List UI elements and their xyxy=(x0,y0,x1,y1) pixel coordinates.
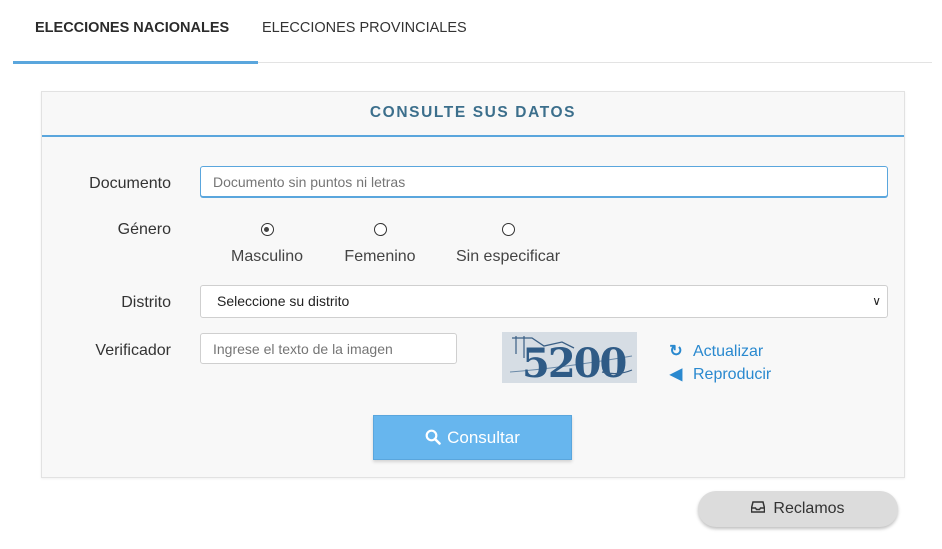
radio-sin-especificar[interactable]: Sin especificar xyxy=(443,223,573,266)
captcha-image: 5200 xyxy=(502,332,637,383)
reclamos-label: Reclamos xyxy=(773,500,845,518)
radio-label-femenino: Femenino xyxy=(344,248,416,265)
distrito-label: Distrito xyxy=(121,294,171,311)
captcha-text: 5200 xyxy=(522,340,625,383)
tab-bar: ELECCIONES NACIONALES ELECCIONES PROVINC… xyxy=(13,0,932,64)
tab-elecciones-nacionales[interactable]: ELECCIONES NACIONALES xyxy=(35,0,229,62)
refresh-icon: ↻ xyxy=(669,343,683,360)
genero-label: Género xyxy=(117,221,171,238)
audio-label: Reproducir xyxy=(693,366,772,383)
consultar-button[interactable]: Consultar xyxy=(373,415,572,460)
distrito-select[interactable]: Seleccione su distrito ∨ xyxy=(200,285,888,318)
search-icon xyxy=(425,416,441,459)
refresh-captcha-link[interactable]: ↻ Actualizar xyxy=(667,341,763,361)
verificador-input[interactable] xyxy=(200,333,457,364)
radio-femenino[interactable]: Femenino xyxy=(325,223,435,266)
verificador-label: Verificador xyxy=(95,342,171,359)
inbox-icon xyxy=(751,491,766,527)
radio-label-masculino: Masculino xyxy=(230,248,304,265)
tab-elecciones-provinciales[interactable]: ELECCIONES PROVINCIALES xyxy=(262,0,467,62)
distrito-selected-value: Seleccione su distrito xyxy=(217,293,350,309)
radio-button[interactable] xyxy=(501,223,515,236)
radio-button[interactable] xyxy=(373,223,387,236)
refresh-label: Actualizar xyxy=(693,343,764,360)
radio-label-sin-especificar: Sin especificar xyxy=(455,248,561,265)
documento-label: Documento xyxy=(89,175,171,192)
documento-input[interactable] xyxy=(200,166,888,197)
radio-masculino[interactable]: Masculino xyxy=(212,223,322,266)
consult-form-card: CONSULTE SUS DATOS Documento Género Masc… xyxy=(41,91,905,478)
radio-button-checked[interactable] xyxy=(260,223,274,236)
volume-icon: ◀︎ xyxy=(669,366,683,383)
audio-captcha-link[interactable]: ◀︎ Reproducir xyxy=(667,364,771,384)
chevron-down-icon: ∨ xyxy=(872,294,881,308)
active-tab-indicator xyxy=(13,61,258,64)
reclamos-button[interactable]: Reclamos xyxy=(698,491,898,527)
form-header: CONSULTE SUS DATOS xyxy=(42,92,904,137)
consultar-label: Consultar xyxy=(447,428,520,447)
